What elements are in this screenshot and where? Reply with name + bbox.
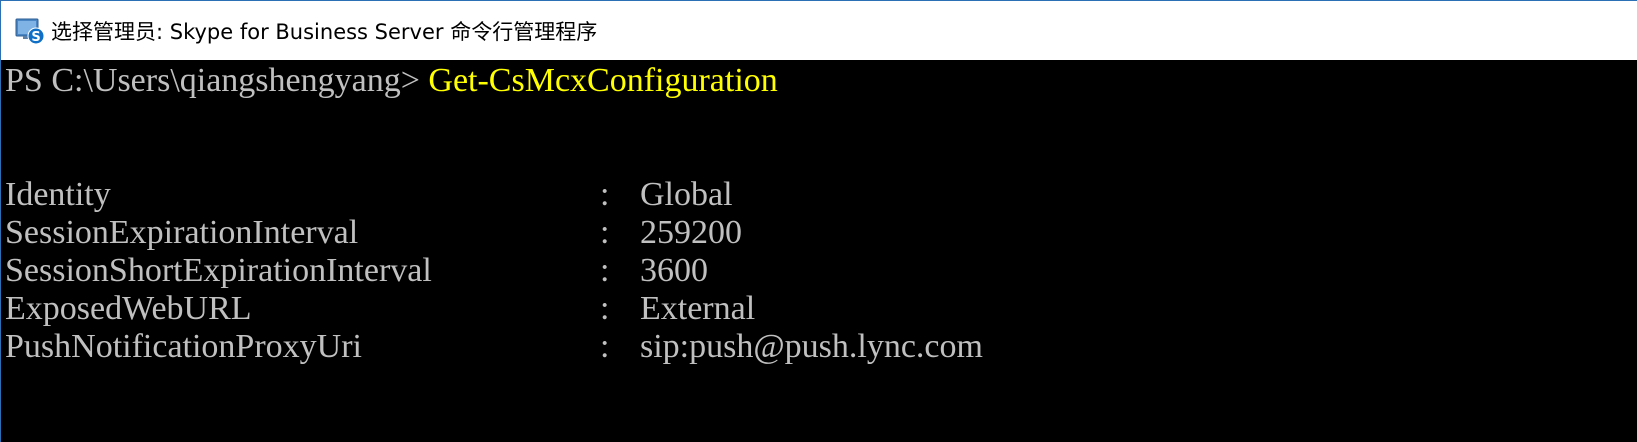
property-separator: : [600,328,610,365]
property-separator: : [600,214,610,251]
property-value: sip:push@push.lync.com [640,328,983,365]
skype-for-business-icon: S [15,18,45,45]
powershell-window: S 选择管理员: Skype for Business Server 命令行管理… [0,0,1637,442]
property-separator: : [600,252,610,289]
output-row: PushNotificationProxyUri: sip:push@push.l… [5,328,1637,366]
output-row: ExposedWebURL: External [5,290,1637,328]
command-text: Get-CsMcxConfiguration [428,62,778,99]
property-separator: : [600,176,610,213]
output-table: Identity: Global SessionExpirationInterval… [5,176,1637,366]
svg-text:S: S [31,30,40,45]
prompt: PS C:\Users\qiangshengyang> [5,62,429,99]
title-bar[interactable]: S 选择管理员: Skype for Business Server 命令行管理… [1,1,1637,60]
property-name: Identity [5,176,111,213]
output-row: Identity: Global [5,176,1637,214]
prompt-line: PS C:\Users\qiangshengyang> Get-CsMcxCon… [5,62,1637,100]
property-name: ExposedWebURL [5,290,252,327]
property-separator: : [600,290,610,327]
output-row: SessionExpirationInterval:259200 [5,214,1637,252]
property-value: Global [640,176,733,213]
window-title: 选择管理员: Skype for Business Server 命令行管理程序 [51,19,598,44]
property-value: External [640,290,756,327]
property-value: 259200 [640,214,742,251]
property-name: PushNotificationProxyUri [5,328,362,365]
output-row: SessionShortExpirationInterval:3600 [5,252,1637,290]
property-value: 3600 [640,252,708,289]
property-name: SessionExpirationInterval [5,214,359,251]
console-output[interactable]: PS C:\Users\qiangshengyang> Get-CsMcxCon… [1,60,1637,442]
property-name: SessionShortExpirationInterval [5,252,432,289]
